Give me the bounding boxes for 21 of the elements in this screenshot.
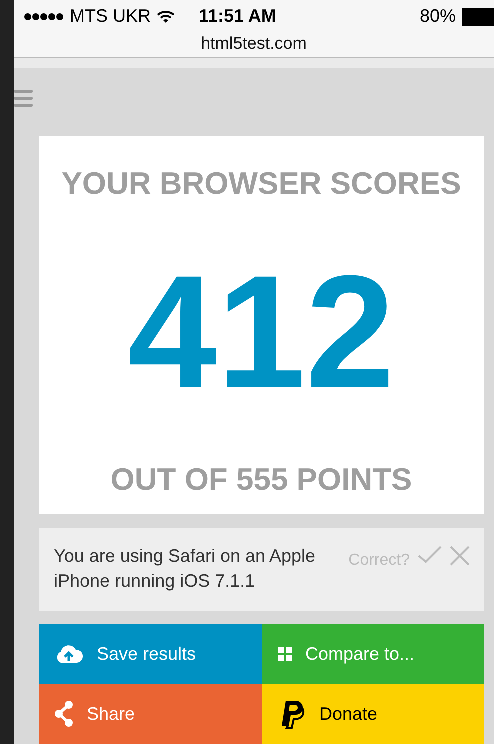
grid-icon <box>278 647 292 661</box>
score-heading: YOUR BROWSER SCORES <box>62 165 462 203</box>
close-icon[interactable] <box>450 546 470 566</box>
clock-time: 11:51 AM <box>199 6 276 28</box>
cloud-upload-icon <box>55 644 83 664</box>
wifi-icon <box>157 10 175 24</box>
compare-button[interactable]: Compare to... <box>262 624 484 684</box>
menu-icon[interactable] <box>14 90 33 107</box>
save-button[interactable]: Save results <box>39 624 262 684</box>
checkmark-icon[interactable] <box>418 546 442 564</box>
battery-percent: 80% <box>420 6 456 28</box>
score-total: OUT OF 555 POINTS <box>110 461 412 499</box>
signal-icon <box>24 12 64 21</box>
score-value: 412 <box>128 247 395 417</box>
detection-text: You are using Safari on an Apple iPhone running iOS 7.1.1 <box>54 545 317 593</box>
donate-button[interactable]: Donate <box>262 684 484 744</box>
share-icon <box>55 701 73 727</box>
share-button[interactable]: Share <box>39 684 262 744</box>
battery-icon <box>462 8 494 26</box>
carrier-name: MTS UKR <box>70 6 151 28</box>
page-url[interactable]: html5test.com <box>201 34 307 54</box>
